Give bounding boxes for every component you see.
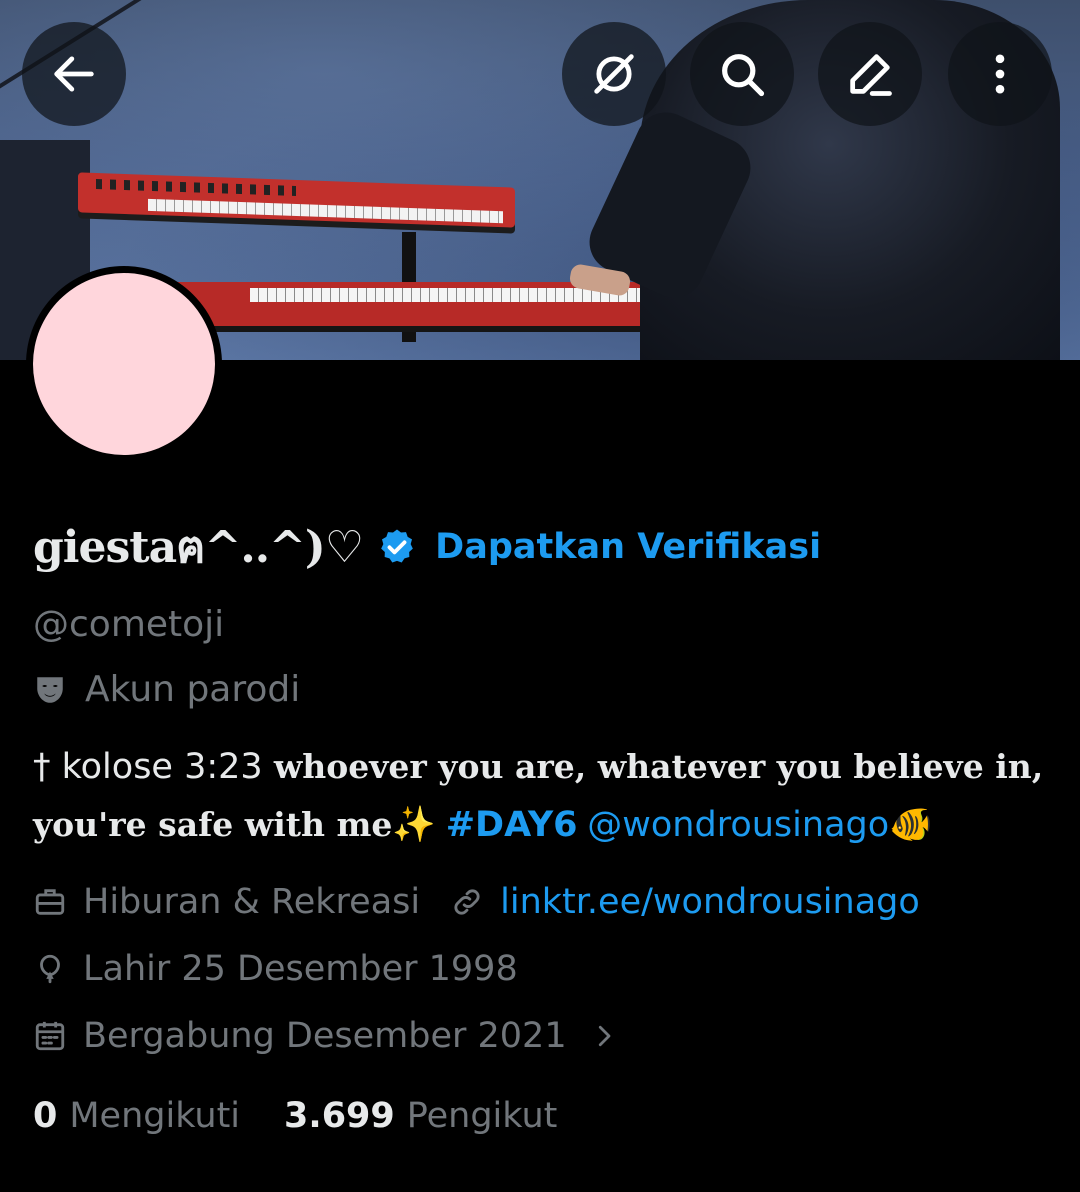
profile-website-link[interactable]: linktr.ee/wondrousinago (500, 882, 920, 922)
keyboard-panel (96, 178, 296, 196)
meta-row-category: Hiburan & Rekreasi linktr.ee/wondrousina… (33, 882, 920, 922)
briefcase-icon (35, 889, 65, 915)
chevron-right-icon (598, 1025, 610, 1047)
followers-label: Pengikut (406, 1096, 558, 1136)
user-handle: @cometoji (33, 604, 225, 645)
verified-badge-icon[interactable] (377, 527, 417, 567)
bio-sparkle: ✨ (392, 805, 436, 844)
bio-mention[interactable]: @wondrousinago (587, 805, 889, 845)
following-stat[interactable]: 0 Mengikuti (33, 1096, 240, 1136)
balloon-icon (40, 954, 60, 984)
display-name: giestaฅ^..^)♡ (33, 522, 364, 573)
following-count: 0 (33, 1096, 58, 1136)
followers-count: 3.699 (284, 1096, 395, 1136)
bio-verse: † kolose 3:23 (33, 747, 274, 787)
get-verified-link[interactable]: Dapatkan Verifikasi (435, 527, 821, 567)
profile-category: Hiburan & Rekreasi (83, 882, 421, 922)
search-icon (722, 54, 765, 97)
parody-label: Akun parodi (85, 669, 301, 710)
grok-button[interactable] (562, 22, 666, 126)
bio-hashtag[interactable]: #DAY6 (446, 805, 578, 845)
more-vertical-icon (995, 54, 1005, 94)
avatar-image (33, 273, 215, 455)
edit-icon (850, 54, 892, 96)
profile-stats: 0 Mengikuti 3.699 Pengikut (33, 1096, 557, 1136)
profile-birthday: Lahir 25 Desember 1998 (83, 949, 518, 989)
grok-icon (594, 54, 634, 94)
link-icon (454, 889, 480, 915)
calendar-icon (35, 1021, 65, 1051)
edit-button[interactable] (818, 22, 922, 126)
name-row: giestaฅ^..^)♡ Dapatkan Verifikasi (33, 512, 821, 582)
theater-mask-icon (37, 676, 63, 703)
profile-joined-date: Bergabung Desember 2021 (83, 1016, 567, 1056)
back-button[interactable] (22, 22, 126, 126)
profile-bio: † kolose 3:23 whoever you are, whatever … (33, 738, 1053, 854)
followers-stat[interactable]: 3.699 Pengikut (284, 1096, 557, 1136)
meta-row-birthday: Lahir 25 Desember 1998 (33, 949, 518, 989)
following-label: Mengikuti (69, 1096, 241, 1136)
avatar[interactable] (26, 266, 222, 462)
bio-fish-emoji: 🐠 (889, 805, 933, 844)
more-options-button[interactable] (948, 22, 1052, 126)
back-arrow-icon (54, 56, 94, 92)
parody-label-row: Akun parodi (33, 669, 300, 710)
meta-row-joined[interactable]: Bergabung Desember 2021 (33, 1016, 635, 1056)
search-button[interactable] (690, 22, 794, 126)
